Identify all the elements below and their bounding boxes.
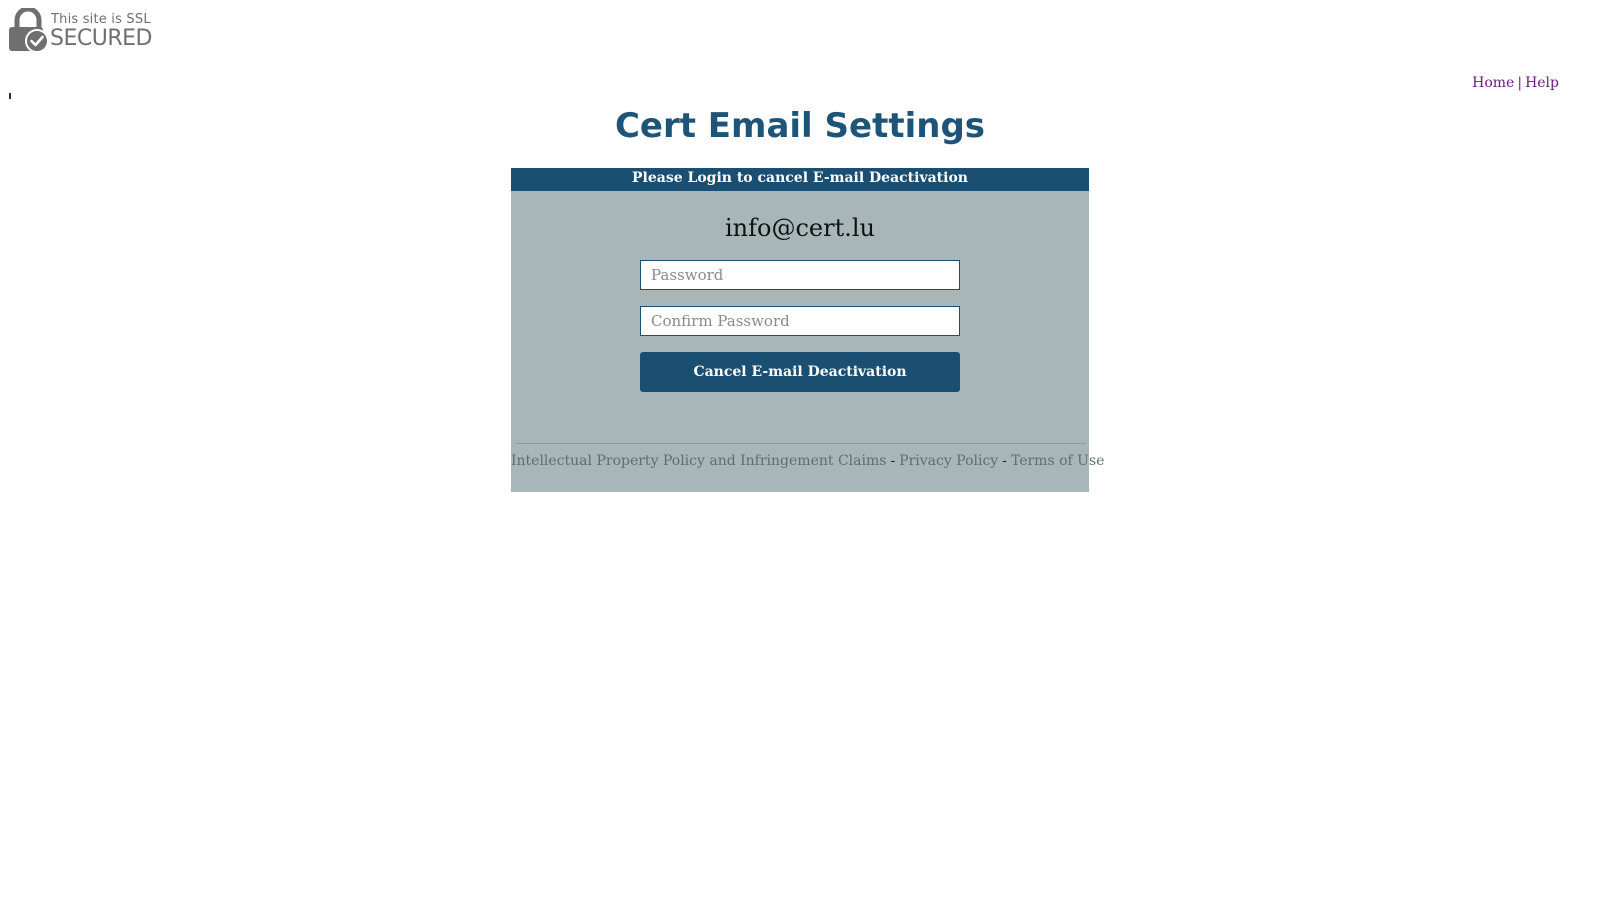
terms-of-use-link[interactable]: Terms of Use	[1011, 453, 1104, 469]
footer-links: Intellectual Property Policy and Infring…	[511, 453, 1104, 469]
footer-separator: -	[890, 453, 896, 469]
nav-separator: |	[1517, 75, 1523, 91]
confirm-password-field[interactable]	[640, 306, 960, 336]
help-link[interactable]: Help	[1525, 75, 1559, 91]
stray-mark	[9, 93, 11, 99]
top-nav: Home | Help	[1472, 75, 1559, 91]
home-link[interactable]: Home	[1472, 75, 1514, 91]
login-panel-header: Please Login to cancel E-mail Deactivati…	[511, 168, 1089, 191]
ssl-badge-line1: This site is SSL	[51, 11, 151, 27]
privacy-policy-link[interactable]: Privacy Policy	[899, 453, 998, 469]
account-email: info@cert.lu	[725, 214, 875, 242]
page-title: Cert Email Settings	[614, 106, 986, 146]
ssl-secured-badge: This site is SSL SECURED	[8, 6, 158, 54]
padlock-check-icon	[8, 6, 50, 54]
ip-policy-link[interactable]: Intellectual Property Policy and Infring…	[511, 453, 886, 469]
footer-separator: -	[1002, 453, 1007, 469]
ssl-badge-text: This site is SSL SECURED	[50, 13, 152, 50]
ssl-badge-line2: SECURED	[50, 25, 152, 51]
login-panel: Please Login to cancel E-mail Deactivati…	[511, 168, 1104, 492]
footer-divider	[516, 443, 1086, 444]
cancel-deactivation-button[interactable]: Cancel E-mail Deactivation	[640, 352, 960, 392]
password-field[interactable]	[640, 260, 960, 290]
